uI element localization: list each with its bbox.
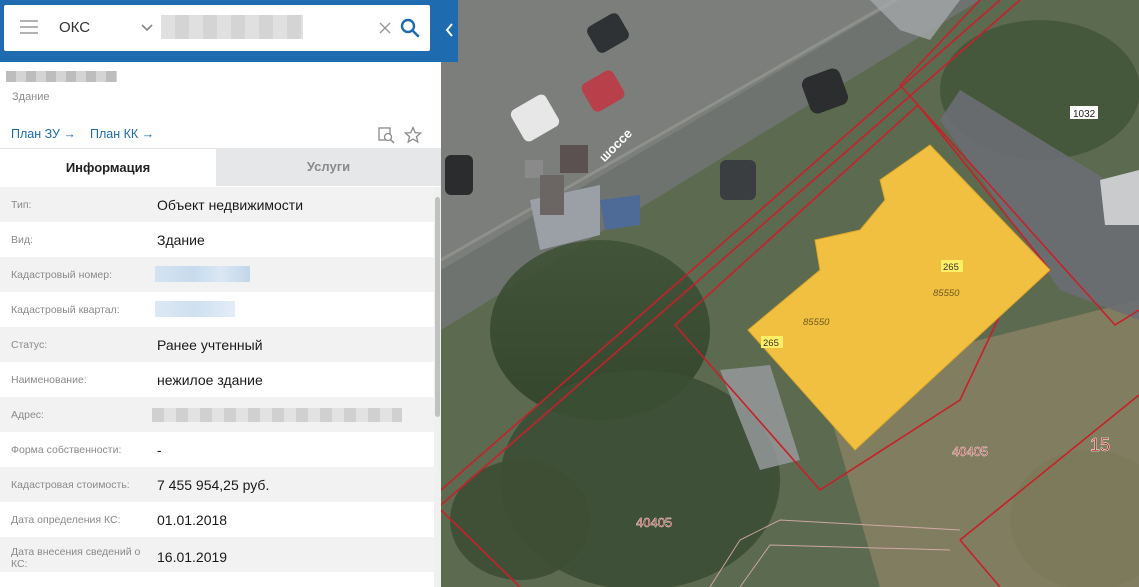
object-cadastral-id-redacted <box>6 71 117 82</box>
search-bar: ОКС <box>0 0 441 62</box>
table-row: Статус: Ранее учтенный <box>0 327 434 362</box>
row-value-cadastral-value: 7 455 954,25 руб. <box>157 477 270 493</box>
map-label-1032: 1032 <box>1073 109 1096 120</box>
row-label-cadastral-quarter: Кадастровый квартал: <box>11 304 120 316</box>
info-table: Тип: Объект недвижимости Вид: Здание Кад… <box>0 187 434 572</box>
tabs: Информация Услуги <box>0 148 441 186</box>
tab-information[interactable]: Информация <box>0 148 216 186</box>
row-label-value-date: Дата определения КС: <box>11 514 121 526</box>
table-row: Дата внесения сведений о КС: 16.01.2019 <box>0 537 434 572</box>
row-label-ownership: Форма собственности: <box>11 444 122 456</box>
scrollbar-thumb[interactable] <box>435 197 440 417</box>
table-row: Дата определения КС: 01.01.2018 <box>0 502 434 537</box>
row-label-status: Статус: <box>11 339 48 351</box>
table-row: Адрес: <box>0 397 434 432</box>
map-label-85550-b: 85550 <box>803 317 830 328</box>
cadastral-quarter-link-redacted[interactable] <box>155 301 235 317</box>
search-input[interactable] <box>161 15 303 39</box>
cadastral-number-link-redacted[interactable] <box>155 266 250 282</box>
chevron-left-icon <box>445 23 453 37</box>
table-row: Тип: Объект недвижимости <box>0 187 434 222</box>
close-icon[interactable] <box>378 21 392 35</box>
plan-kk-link[interactable]: План КК → <box>90 127 154 141</box>
tab-services[interactable]: Услуги <box>216 148 441 186</box>
row-label-type: Тип: <box>11 199 32 211</box>
menu-icon[interactable] <box>20 20 38 36</box>
row-label-entry-date: Дата внесения сведений о КС: <box>11 546 141 570</box>
row-value-name: нежилое здание <box>157 372 263 388</box>
scrollbar[interactable] <box>434 187 441 587</box>
search-box: ОКС <box>4 5 430 51</box>
map-label-40405-b: 40405 <box>636 515 672 530</box>
collapse-panel-button[interactable] <box>441 0 458 62</box>
map-label-265-a: 265 <box>943 262 959 273</box>
table-row: Наименование: нежилое здание <box>0 362 434 397</box>
row-label-name: Наименование: <box>11 374 87 386</box>
chevron-down-icon[interactable] <box>140 21 154 35</box>
table-row: Вид: Здание <box>0 222 434 257</box>
row-value-status: Ранее учтенный <box>157 337 263 353</box>
row-label-cadastral-value: Кадастровая стоимость: <box>11 479 130 491</box>
row-label-address: Адрес: <box>11 409 44 421</box>
row-value-value-date: 01.01.2018 <box>157 512 228 528</box>
object-info-panel: ОКС Здание План ЗУ → План КК → Информаци… <box>0 0 441 587</box>
table-row: Кадастровый номер: <box>0 257 434 292</box>
row-value-ownership: - <box>157 442 162 458</box>
object-kind: Здание <box>12 91 50 103</box>
favorite-star-icon[interactable] <box>404 126 422 144</box>
address-redacted <box>152 408 402 422</box>
row-value-type: Объект недвижимости <box>157 197 304 213</box>
map-label-265-b: 265 <box>763 338 779 349</box>
show-on-map-icon[interactable] <box>377 126 395 144</box>
row-value-entry-date: 16.01.2019 <box>157 549 228 565</box>
table-row: Кадастровый квартал: <box>0 292 434 327</box>
map-label-15: 15 <box>1090 435 1110 455</box>
table-row: Форма собственности: - <box>0 432 434 467</box>
table-row: Кадастровая стоимость: 7 455 954,25 руб. <box>0 467 434 502</box>
search-icon[interactable] <box>400 18 420 38</box>
map-label-40405-a: 40405 <box>952 444 988 459</box>
plan-zu-link[interactable]: План ЗУ → <box>11 127 76 141</box>
map-label-85550-a: 85550 <box>933 288 960 299</box>
row-label-kind: Вид: <box>11 234 33 246</box>
row-label-cadastral-number: Кадастровый номер: <box>11 269 113 281</box>
row-value-kind: Здание <box>157 232 205 248</box>
